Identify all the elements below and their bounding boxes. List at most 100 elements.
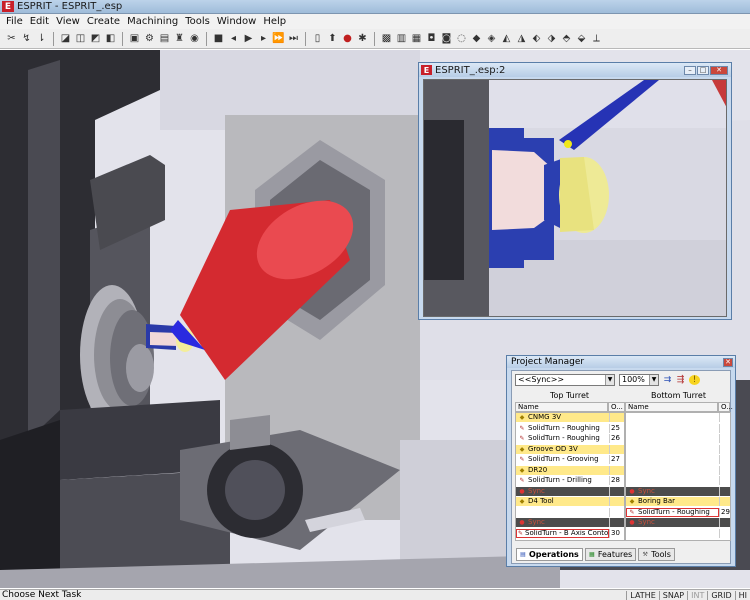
list-item-name: ✎ SolidTurn - Drilling <box>516 476 609 485</box>
machine-setup-icon[interactable]: ⚙ <box>143 32 156 46</box>
list-item-name: ● Sync <box>626 487 719 496</box>
maximize-button[interactable]: □ <box>697 65 709 75</box>
add-sync-icon[interactable]: ⇉ <box>662 375 673 385</box>
list-item-name: ● Sync <box>516 487 609 496</box>
minimize-button[interactable]: – <box>684 65 696 75</box>
top-turret-list[interactable]: ◆ CNMG 3V ✎ SolidTurn - Roughing 25 ✎ SolidTur… <box>515 412 625 541</box>
tab-operations[interactable]: ▤ Operations <box>516 548 583 561</box>
list-item-name <box>626 445 719 454</box>
list-item-order <box>719 465 730 475</box>
fast-forward-icon[interactable]: ⏩ <box>272 32 285 46</box>
grooving-icon[interactable]: ◫ <box>74 32 87 46</box>
list-item[interactable]: ◆ CNMG 3V <box>516 413 624 422</box>
hide-icon[interactable]: ◈ <box>485 32 498 46</box>
chip-icon[interactable]: ⬘ <box>560 32 573 46</box>
list-item[interactable]: ● Sync <box>626 518 730 527</box>
grid-indicator[interactable]: GRID <box>707 590 734 600</box>
boring-icon[interactable]: ◧ <box>104 32 117 46</box>
measure-icon[interactable]: ⟂ <box>590 32 603 46</box>
stock-icon[interactable]: ◭ <box>500 32 513 46</box>
close-button[interactable]: ✕ <box>710 65 728 75</box>
marker-icon[interactable]: ⬆ <box>326 32 339 46</box>
list-item[interactable]: ✎ SolidTurn - Roughing 29 <box>626 507 730 517</box>
step-forward-icon[interactable]: ▸ <box>257 32 270 46</box>
spindle-icon[interactable]: ◉ <box>188 32 201 46</box>
list-item-order <box>719 444 730 454</box>
remove-sync-icon[interactable]: ⇶ <box>675 375 686 385</box>
cut-icon[interactable]: ✂ <box>5 32 18 46</box>
print-icon[interactable]: ▥ <box>395 32 408 46</box>
collision-icon[interactable]: ● <box>341 32 354 46</box>
list-item[interactable]: ✎SolidTurn - B Axis Contouri...30 <box>516 528 624 538</box>
toolpath-display-icon[interactable]: ⬙ <box>575 32 588 46</box>
fixture-icon[interactable]: ▤ <box>158 32 171 46</box>
bottom-turret-list[interactable]: ● Sync ◆ Boring Bar ✎ SolidTurn - Roughing 29 ●… <box>625 412 731 541</box>
chevron-down-icon[interactable]: ▼ <box>649 375 658 385</box>
menu-file[interactable]: File <box>6 16 23 27</box>
int-indicator[interactable]: INT <box>687 590 707 600</box>
list-item[interactable]: ✎ SolidTurn - Roughing 26 <box>516 434 624 443</box>
warning-icon[interactable]: ! <box>689 375 700 385</box>
list-item-label: SolidTurn - Drilling <box>528 476 592 484</box>
list-item[interactable]: ✎ SolidTurn - Grooving 27 <box>516 455 624 464</box>
zoomed-viewport[interactable] <box>423 79 727 317</box>
view-icon[interactable]: ▦ <box>410 32 423 46</box>
list-item[interactable]: ● Sync <box>516 518 624 527</box>
turret-icon[interactable]: ♜ <box>173 32 186 46</box>
step-back-icon[interactable]: ◂ <box>227 32 240 46</box>
settings-icon[interactable]: ✱ <box>356 32 369 46</box>
tab-features[interactable]: ▦ Features <box>584 548 637 561</box>
play-icon[interactable]: ▶ <box>242 32 255 46</box>
wireframe-icon[interactable]: ◌ <box>455 32 468 46</box>
list-item[interactable]: ◆ Boring Bar <box>626 497 730 506</box>
tool-icon[interactable]: ⬖ <box>530 32 543 46</box>
list-item-order <box>719 423 730 433</box>
stop-icon[interactable]: ■ <box>212 32 225 46</box>
menu-window[interactable]: Window <box>217 16 256 27</box>
close-button[interactable]: ✕ <box>723 357 733 367</box>
list-item-name <box>626 434 719 443</box>
list-item[interactable]: ◆ DR20 <box>516 465 624 475</box>
part-stock-icon[interactable]: ▣ <box>128 32 141 46</box>
snap-indicator[interactable]: SNAP <box>658 590 687 600</box>
column-header-order[interactable]: O... <box>608 402 625 412</box>
end-icon[interactable]: ⏭ <box>287 32 300 46</box>
menu-help[interactable]: Help <box>263 16 286 27</box>
menu-create[interactable]: Create <box>87 16 120 27</box>
list-item[interactable]: ◆ D4 Tool <box>516 497 624 506</box>
lathe-indicator[interactable]: LATHE <box>626 590 658 600</box>
hi-indicator[interactable]: HI <box>734 590 750 600</box>
list-item[interactable]: ● Sync <box>626 486 730 496</box>
slider-icon[interactable]: ▯ <box>311 32 324 46</box>
operation-icon: ✎ <box>629 508 635 516</box>
shade-icon[interactable]: ◙ <box>440 32 453 46</box>
turning-icon[interactable]: ◪ <box>59 32 72 46</box>
zoom-select[interactable]: 100% ▼ <box>619 374 659 386</box>
tab-tools[interactable]: ⚒ Tools <box>638 548 675 561</box>
menu-view[interactable]: View <box>56 16 80 27</box>
chevron-down-icon[interactable]: ▼ <box>605 375 614 385</box>
threading-icon[interactable]: ◩ <box>89 32 102 46</box>
menu-edit[interactable]: Edit <box>30 16 49 27</box>
camera-icon[interactable]: ◘ <box>425 32 438 46</box>
column-header-name[interactable]: Name <box>625 402 718 412</box>
list-item[interactable]: ✎ SolidTurn - Drilling 28 <box>516 476 624 485</box>
tool-icon: ◆ <box>519 445 525 453</box>
save-icon[interactable]: ▩ <box>380 32 393 46</box>
column-header-order[interactable]: O... <box>718 402 733 412</box>
tool-path-icon[interactable]: ↯ <box>20 32 33 46</box>
list-item[interactable]: ◆ Groove OD 3V <box>516 444 624 454</box>
solid-icon[interactable]: ◆ <box>470 32 483 46</box>
sync-select[interactable]: <<Sync>> ▼ <box>515 374 615 386</box>
menu-machining[interactable]: Machining <box>127 16 178 27</box>
column-header-name[interactable]: Name <box>515 402 608 412</box>
list-item-order: 30 <box>609 528 624 538</box>
holder-icon[interactable]: ⬗ <box>545 32 558 46</box>
list-item[interactable]: ✎ SolidTurn - Roughing 25 <box>516 423 624 433</box>
list-item-name: ◆ DR20 <box>516 466 609 475</box>
tab-features-label: Features <box>597 550 633 559</box>
drill-icon[interactable]: ⇂ <box>35 32 48 46</box>
list-item[interactable]: ● Sync <box>516 486 624 496</box>
menu-tools[interactable]: Tools <box>185 16 210 27</box>
part-icon[interactable]: ◮ <box>515 32 528 46</box>
